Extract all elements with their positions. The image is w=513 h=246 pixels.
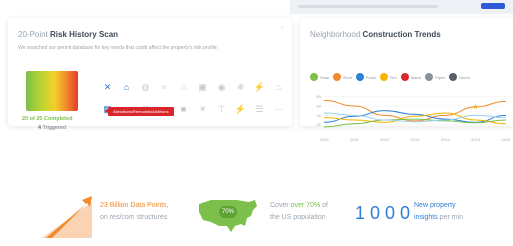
star-marker-icon: ★: [473, 103, 479, 111]
close-icon[interactable]: ○: [280, 25, 284, 31]
fire-icon[interactable]: ♨: [174, 80, 193, 94]
y-tick-label: 20: [317, 122, 322, 127]
trends-legend: Solar Roof Pools Fire Alarm Pipes Demo: [310, 73, 470, 81]
water-icon[interactable]: ≈: [155, 80, 174, 94]
growth-arrow-icon: [42, 196, 92, 238]
x-tick-label: 2014: [441, 137, 451, 142]
roof-icon[interactable]: ⌂: [117, 80, 136, 94]
triggered-label: Triggered: [42, 125, 66, 131]
plumbing-icon[interactable]: ⊤: [212, 102, 231, 116]
construction-trends-card: Neighborhood Construction Trends Solar Ro…: [300, 18, 513, 142]
stat-coverage-highlight: over 70%: [290, 202, 321, 209]
legend-swatch: [310, 73, 318, 81]
legend-swatch: [333, 73, 342, 81]
legend-label: Roof: [343, 74, 352, 80]
insights-number: 1000: [355, 203, 416, 223]
legend-item[interactable]: Pools: [355, 73, 376, 81]
trends-line-chart: 80 60 40 20 2010 2011 2012 2013 2014 2015 2016 ★: [317, 94, 510, 142]
trends-title-bold: Construction Trends: [362, 30, 441, 39]
triggered-number: 4: [38, 125, 42, 131]
x-tick-label: 2011: [350, 137, 359, 142]
stat-coverage-a: Cover: [270, 202, 291, 209]
y-tick-label: 80: [317, 94, 322, 99]
stat-insights: New property insights per min: [414, 200, 463, 224]
bolt-icon[interactable]: ⚡: [231, 102, 250, 116]
y-tick-label: 60: [317, 104, 322, 109]
y-tick-label: 40: [317, 113, 322, 118]
top-strip-button[interactable]: [481, 3, 505, 9]
stats-bar: 23 Billion Data Points, on res/com struc…: [0, 180, 513, 246]
hvac-icon[interactable]: ❄: [231, 80, 250, 94]
legend-swatch: [425, 73, 434, 81]
risk-title-prefix: 20-Point: [18, 30, 48, 39]
x-tick-label: 2013: [411, 137, 421, 142]
paint-icon[interactable]: ▣: [193, 80, 212, 94]
stat-insights-rest: per min: [437, 214, 464, 221]
legend-label: Solar: [320, 74, 330, 80]
solar-icon[interactable]: ☀: [193, 102, 212, 116]
legend-item[interactable]: Pipes: [425, 73, 445, 81]
legend-label: Demo: [459, 74, 470, 80]
risk-title-bold: Risk History Scan: [50, 30, 119, 39]
legend-swatch: [355, 73, 364, 81]
legend-item[interactable]: Alarm: [400, 73, 422, 81]
misc-icon[interactable]: ⋯: [269, 102, 288, 116]
top-strip-line: [298, 5, 438, 8]
legend-item[interactable]: Demo: [449, 73, 470, 81]
x-tick-label: 2015: [471, 137, 481, 142]
risk-card-title: 20-Point Risk History Scan: [18, 30, 118, 39]
wrench-icon[interactable]: ✕: [98, 80, 117, 94]
legend-item[interactable]: Roof: [333, 73, 352, 81]
stat-data-points: 23 Billion Data Points, on res/com struc…: [100, 200, 168, 224]
legend-item[interactable]: Fire: [379, 73, 397, 81]
icon-row: ✕ ⌂ ◍ ≈ ♨ ▣ ◉ ❄ ⚡ ⌂: [98, 76, 288, 98]
stat-coverage-line2: the US population: [270, 214, 326, 221]
trends-card-title: Neighborhood Construction Trends: [310, 30, 441, 39]
legend-label: Fire: [389, 74, 397, 80]
x-tick-label: 2016: [502, 137, 510, 142]
icon-tooltip: Alterations/Remodels/Additions: [105, 107, 174, 116]
house-icon[interactable]: ⌂: [269, 80, 288, 94]
legend-label: Pipes: [435, 74, 446, 80]
foundation-icon[interactable]: ■: [174, 102, 193, 116]
legend-swatch: [400, 73, 409, 81]
top-strip: [290, 0, 513, 14]
coverage-badge: 70%: [219, 206, 237, 218]
trends-title-prefix: Neighborhood: [310, 30, 361, 39]
stat-coverage-b: of: [320, 202, 328, 209]
permit-icon[interactable]: ☰: [250, 102, 269, 116]
stat-data-points-rest: on res/com structures: [100, 214, 168, 221]
legend-label: Pools: [365, 74, 376, 80]
completed-count: 20 of 20 Completed: [22, 116, 73, 122]
triggered-count: 4 Triggered: [38, 125, 66, 131]
pool-icon[interactable]: ◉: [212, 80, 231, 94]
risk-card-subtitle: We searched our permit database for key …: [18, 45, 219, 51]
risk-gauge: [26, 71, 78, 111]
x-tick-label: 2010: [320, 137, 330, 142]
legend-swatch: [449, 73, 458, 81]
legend-item[interactable]: Solar: [310, 73, 329, 81]
x-tick-label: 2012: [380, 137, 390, 142]
stat-data-points-highlight: 23 Billion Data Points,: [100, 202, 169, 209]
legend-swatch: [379, 73, 388, 81]
stat-coverage: Cover over 70% of the US population: [270, 200, 328, 224]
bath-icon[interactable]: ◍: [136, 80, 155, 94]
legend-label: Alarm: [410, 74, 422, 80]
stat-insights-highlight-2: insights: [414, 214, 438, 221]
stat-insights-highlight: New property: [414, 202, 456, 209]
electric-icon[interactable]: ⚡: [250, 80, 269, 94]
